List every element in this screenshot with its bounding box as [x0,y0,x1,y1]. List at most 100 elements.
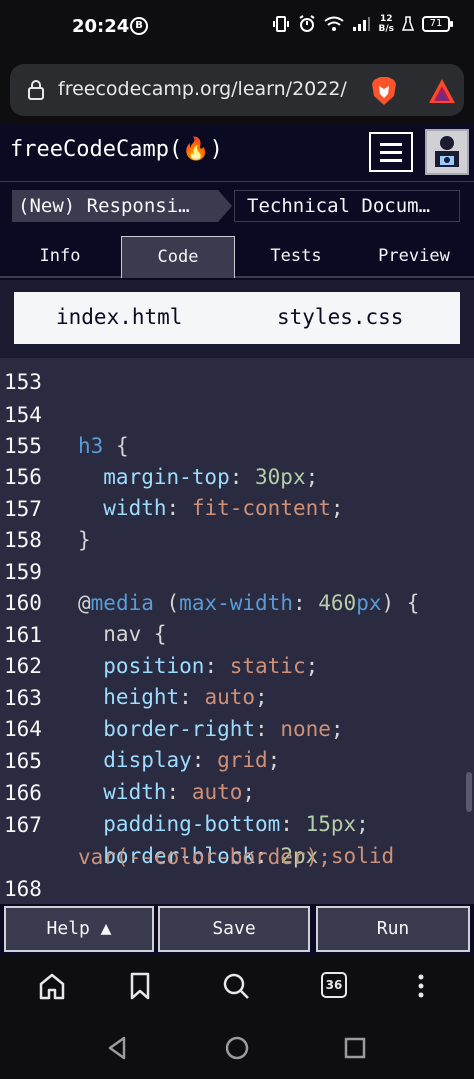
browser-toolbar: freecodecamp.org/learn/2022/ [0,56,474,124]
css-punct: ; [305,654,319,678]
breadcrumb-superblock[interactable]: (New) Responsi… [12,190,218,222]
css-punct: ; [356,812,369,836]
bookmark-icon[interactable] [124,970,156,1002]
avatar[interactable] [425,129,469,175]
tab-code[interactable]: Code [121,236,235,278]
fcc-navbar: freeCodeCamp(🔥) [0,124,474,182]
b-badge-icon: B [130,17,148,35]
help-button[interactable]: Help ▲ [4,906,154,952]
vibrate-icon [273,16,290,32]
browser-bottom-bar [0,956,474,1018]
css-punct: ; [255,685,268,709]
css-property: padding-bottom [78,812,281,836]
css-value: none [280,717,331,741]
css-punct: } [78,528,91,552]
user-avatar-icon [435,136,459,167]
css-value: static [229,654,306,678]
menu-bar [380,150,402,154]
css-punct: @ [78,591,91,615]
css-property: height [78,685,180,709]
code-editor[interactable]: 153 154 h3 { 155 margin-top: 30px; 156 w… [0,358,474,904]
lock-icon [28,80,44,100]
css-punct: : [229,465,256,489]
css-punct: : [166,780,192,804]
code-line: 158 [0,494,51,552]
alarm-icon [299,15,316,32]
code-line: 161 position: static; [0,589,318,678]
brave-rewards-icon[interactable] [428,78,456,104]
more-options-icon[interactable] [405,970,437,1002]
css-punct: : [292,591,319,615]
code-line: 154 h3 { [0,369,129,458]
home-icon[interactable] [36,970,68,1002]
css-punct: ; [330,496,344,520]
wifi-icon [324,16,345,31]
css-punct: ( [153,591,180,615]
battery-icon: 71 [422,16,453,32]
code-line: 168 } [0,843,51,901]
action-bar: Help ▲ Save Run [0,904,474,956]
home-circle-icon[interactable] [223,1034,251,1062]
tab-info[interactable]: Info [4,236,116,278]
file-tab-styles-css[interactable]: styles.css [277,305,403,329]
code-line: 159 @media (max-width: 460px) { [0,526,419,615]
code-line: 165 width: auto; [0,715,255,804]
url-text[interactable]: freecodecamp.org/learn/2022/ [58,78,358,100]
breadcrumb: (New) Responsi… Technical Docum… [0,182,474,230]
file-tab-bar: index.html styles.css [0,280,474,358]
css-value: var(--color-border); [78,845,331,869]
run-button[interactable]: Run [316,906,470,952]
css-punct: : [204,654,230,678]
css-property: margin-top [78,465,230,489]
net-speed-unit: B/s [378,24,394,34]
code-line: 153 [0,358,51,394]
save-button[interactable]: Save [158,906,310,952]
menu-bar [380,142,402,146]
css-punct: ; [330,717,344,741]
css-value: fit-content [191,496,331,520]
css-selector: nav { [78,622,167,646]
recents-icon[interactable] [341,1034,369,1062]
tab-count-button[interactable]: 36 [321,972,347,998]
status-bar: 20:24 B 12 B/s 71 [0,0,474,56]
net-speed-value: 12 [379,14,393,24]
code-line: 166 padding-bottom: 15px; [0,747,369,836]
code-line: 160 nav { [0,557,167,646]
css-value: auto [191,780,243,804]
breadcrumb-block[interactable]: Technical Docum… [234,190,460,222]
css-selector: h3 [78,434,104,458]
file-tab-index-html[interactable]: index.html [56,305,182,329]
css-value: 460 [318,591,357,615]
code-line: 155 margin-top: 30px; [0,400,318,489]
css-property: display [78,748,192,772]
brave-shield-icon[interactable] [370,76,398,106]
code-line-wrapped: var(--color-border); [0,811,331,869]
back-icon[interactable] [104,1034,132,1062]
css-punct: ) { [381,591,420,615]
tab-preview[interactable]: Preview [356,236,472,278]
css-value: grid [217,748,268,772]
css-value: solid [330,844,395,868]
fcc-logo[interactable]: freeCodeCamp(🔥) [10,137,223,162]
css-property: position [78,654,205,678]
status-time: 20:24 [72,16,130,37]
code-line: 167 border-block: 2px solid [0,779,394,868]
search-icon[interactable] [220,970,252,1002]
net-speed: 12 B/s [378,14,394,34]
css-punct: ; [267,748,281,772]
editor-scrollbar[interactable] [466,772,472,812]
menu-button[interactable] [369,132,413,172]
status-icons: 12 B/s 71 [272,14,453,34]
css-property: width [78,780,167,804]
css-value: auto [204,685,256,709]
css-punct: : [191,748,218,772]
css-property: border-right [78,717,256,741]
system-nav-bar [0,1018,474,1079]
tab-tests[interactable]: Tests [240,236,352,278]
css-value: 15px [305,812,357,836]
css-punct: ; [242,780,256,804]
code-line: 164 display: grid; [0,683,280,772]
address-bar[interactable]: freecodecamp.org/learn/2022/ [10,64,464,116]
file-tabs: index.html styles.css [14,292,460,344]
code-line: 157 } [0,463,91,552]
